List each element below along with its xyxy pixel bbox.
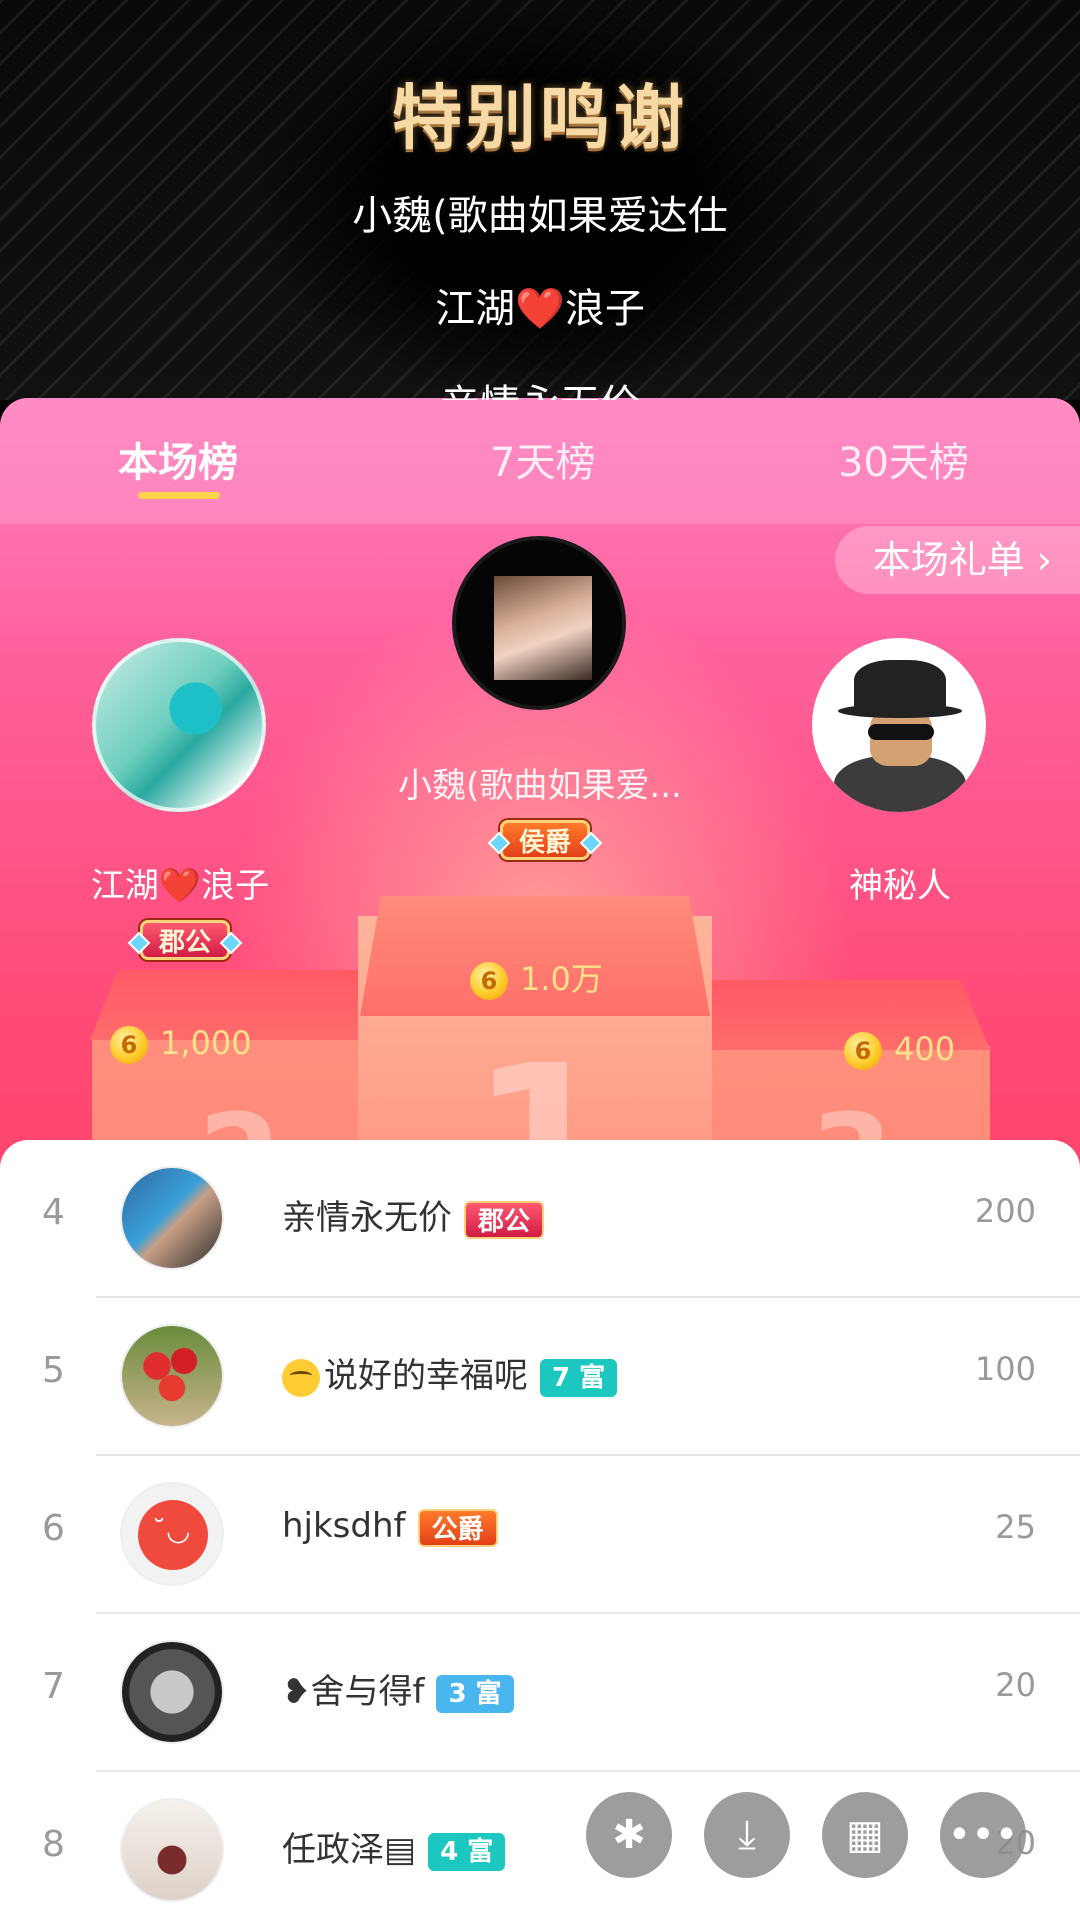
list-item[interactable]: 4 亲情永无价 郡公 200 xyxy=(0,1140,1080,1298)
coin-icon: 6 xyxy=(844,1032,882,1070)
coin-icon: 6 xyxy=(470,962,508,1000)
list-item[interactable]: 5 说好的幸福呢 7 富 100 xyxy=(0,1298,1080,1456)
avatar-second-place[interactable] xyxy=(92,638,266,812)
wealth-level-badge: 4 富 xyxy=(428,1832,506,1871)
ranking-tabs: 本场榜 7天榜 30天榜 xyxy=(0,398,1080,524)
thanks-name: 亲情永无价 xyxy=(0,372,1080,400)
ranking-list: 4 亲情永无价郡公 200 5 说好的幸福呢7 富 100 6 hjksdhf公… xyxy=(0,1140,1080,1920)
thanks-name: 江湖❤️浪子 xyxy=(435,286,645,332)
contribution-score: 100 xyxy=(974,1350,1036,1388)
rank-number: 6 xyxy=(42,1508,65,1549)
score-value: 1.0万 xyxy=(520,960,603,998)
first-place-score: 6 1.0万 xyxy=(470,954,603,1000)
contribution-score: 25 xyxy=(995,1508,1036,1546)
list-item[interactable]: 7 ❥舍与得f 3 富 20 xyxy=(0,1614,1080,1772)
active-tab-indicator xyxy=(138,492,220,499)
tab-30-days[interactable]: 30天榜 xyxy=(838,430,969,488)
avatar[interactable] xyxy=(120,1482,224,1586)
avatar-third-place-mystery[interactable] xyxy=(812,638,986,812)
rank-number: 8 xyxy=(42,1824,65,1865)
user-name: hjksdhf 公爵 xyxy=(282,1506,498,1547)
score-value: 1,000 xyxy=(160,1024,252,1062)
third-place-name: 神秘人 xyxy=(849,866,951,906)
coin-icon: 6 xyxy=(110,1026,148,1064)
second-place-score: 6 1,000 xyxy=(110,1024,252,1064)
user-name: 说好的幸福呢 7 富 xyxy=(282,1348,618,1397)
grid-icon[interactable]: ▦ xyxy=(822,1792,908,1878)
score-value: 400 xyxy=(894,1030,956,1068)
second-place-name: 江湖❤️浪子 xyxy=(90,866,270,906)
avatar-first-place[interactable] xyxy=(452,536,626,710)
user-name: 亲情永无价 郡公 xyxy=(282,1190,545,1239)
rank-number: 5 xyxy=(42,1350,65,1391)
avatar[interactable] xyxy=(120,1166,224,1270)
noble-badge: 公爵 xyxy=(417,1508,498,1547)
user-name: 任政泽▤ 4 富 xyxy=(282,1822,506,1871)
contribution-score: 20 xyxy=(995,1666,1036,1704)
avatar[interactable] xyxy=(120,1640,224,1744)
third-place-score: 6 400 xyxy=(844,1030,955,1070)
contribution-score: 200 xyxy=(974,1192,1036,1230)
download-icon[interactable]: ⤓ xyxy=(704,1792,790,1878)
second-place-rank-badge: 郡公 xyxy=(140,920,231,960)
tab-this-show[interactable]: 本场榜 xyxy=(118,430,238,488)
rolling-eyes-emoji-icon xyxy=(282,1358,320,1397)
first-place-rank-badge: 侯爵 xyxy=(500,820,591,860)
wealth-level-badge: 7 富 xyxy=(540,1358,618,1397)
list-item[interactable]: 6 hjksdhf公爵 25 xyxy=(0,1456,1080,1614)
wealth-level-badge: 3 富 xyxy=(436,1674,514,1713)
special-thanks-title: 特别鸣谢 xyxy=(392,77,688,159)
share-icon[interactable]: ✱ xyxy=(586,1792,672,1878)
tab-7-days[interactable]: 7天榜 xyxy=(490,430,595,488)
user-name: ❥舍与得f 3 富 xyxy=(282,1664,514,1713)
avatar[interactable] xyxy=(120,1324,224,1428)
thanks-name: 小魏(歌曲如果爱达仕 xyxy=(352,193,728,239)
more-icon[interactable]: ••• xyxy=(940,1792,1026,1878)
list-item[interactable]: 8 任政泽▤4 富 20 xyxy=(0,1772,1080,1920)
rank-number: 4 xyxy=(42,1192,65,1233)
special-thanks-banner: 特别鸣谢 小魏(歌曲如果爱达仕 江湖❤️浪子 亲情永无价 xyxy=(0,0,1080,400)
first-place-name: 小魏(歌曲如果爱... xyxy=(398,766,682,806)
avatar[interactable] xyxy=(120,1798,224,1902)
rank-number: 7 xyxy=(42,1666,65,1707)
noble-badge: 郡公 xyxy=(464,1200,545,1239)
